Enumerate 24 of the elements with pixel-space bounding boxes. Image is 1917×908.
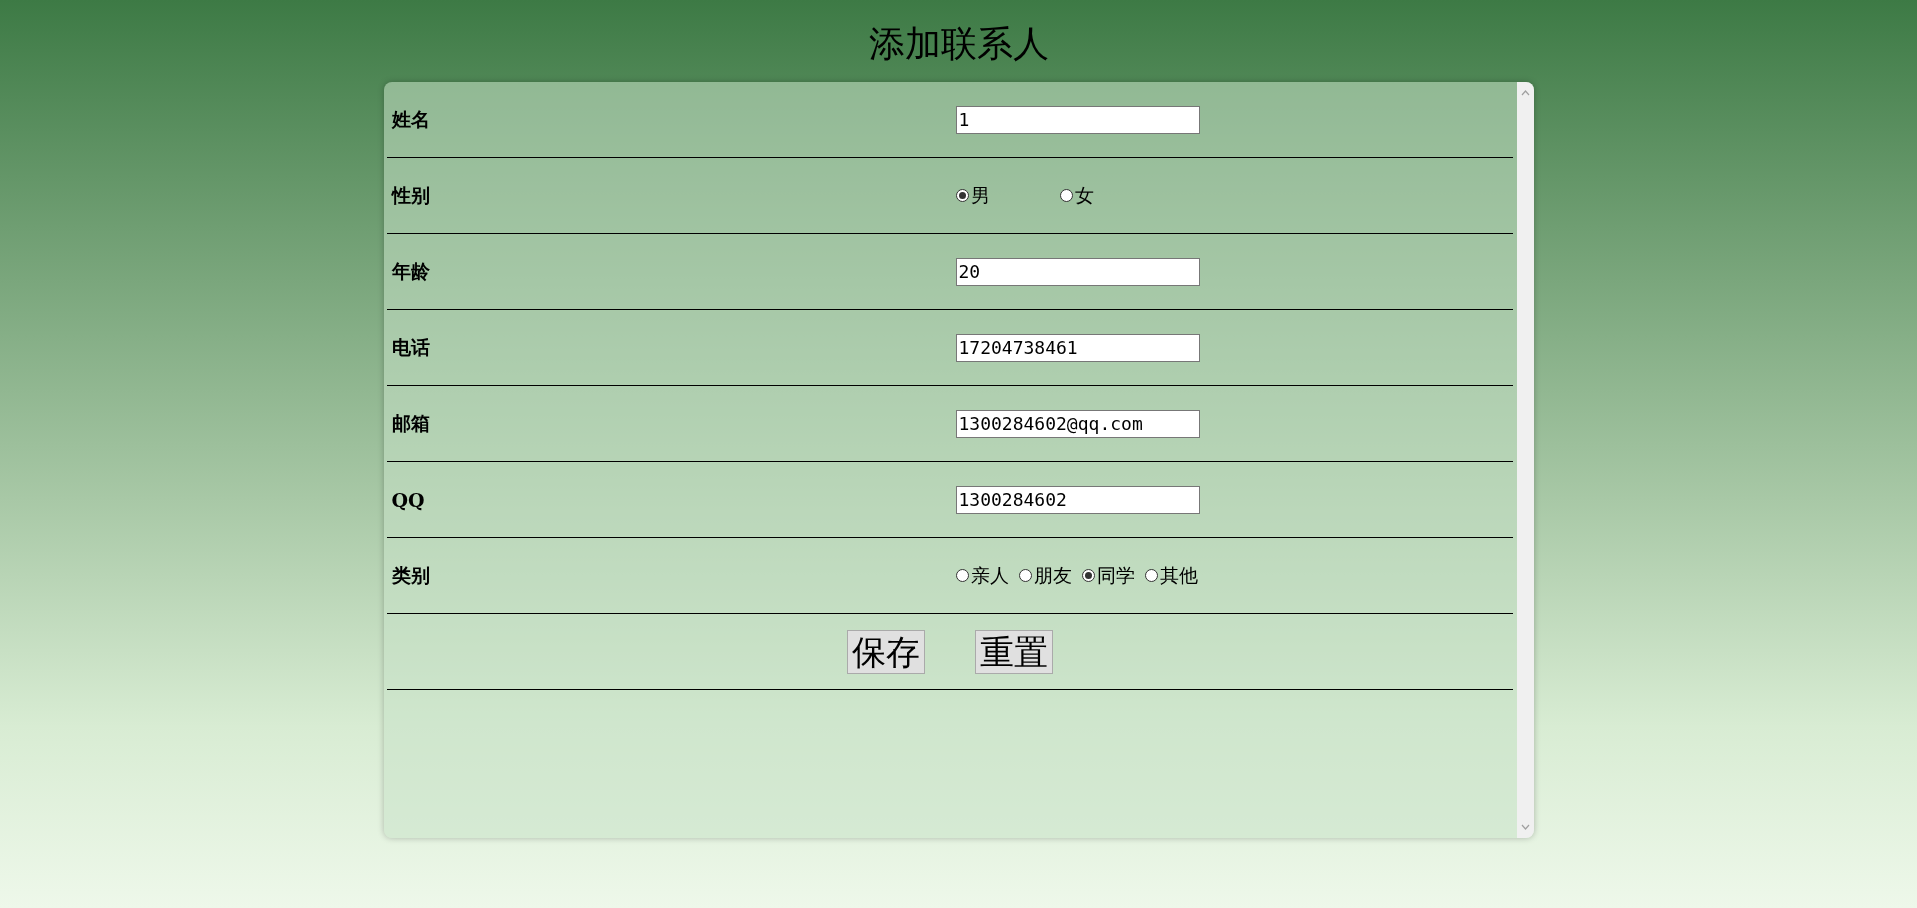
field-label: 性别	[390, 182, 431, 208]
save-button[interactable]: 保存	[846, 629, 925, 674]
scroll-down-icon[interactable]	[1520, 824, 1530, 830]
radio-option[interactable]: 同学	[1081, 562, 1135, 589]
input-field[interactable]: 1300284602	[955, 485, 1200, 514]
field-label: 邮箱	[390, 410, 431, 436]
radio-option[interactable]: 其他	[1144, 562, 1198, 589]
input-field[interactable]: 1	[955, 105, 1200, 134]
field-label: 年龄	[390, 258, 431, 284]
field-label: 电话	[390, 334, 431, 360]
radio-option[interactable]: 亲人	[955, 562, 1009, 589]
field-label: 姓名	[390, 106, 431, 132]
radio-option[interactable]: 女	[1059, 182, 1094, 209]
field-label: 类别	[390, 562, 431, 588]
input-field[interactable]: 20	[955, 257, 1200, 286]
reset-button[interactable]: 重置	[974, 629, 1053, 674]
page-title: 添加联系人	[868, 22, 1049, 66]
input-field[interactable]: 1300284602@qq.com	[955, 409, 1200, 438]
field-label: QQ	[390, 488, 426, 511]
radio-option[interactable]: 朋友	[1018, 562, 1072, 589]
radio-option[interactable]: 男	[955, 182, 990, 209]
input-field[interactable]: 17204738461	[955, 333, 1200, 362]
scrollbar[interactable]	[1516, 82, 1534, 838]
scroll-up-icon[interactable]	[1520, 90, 1530, 96]
